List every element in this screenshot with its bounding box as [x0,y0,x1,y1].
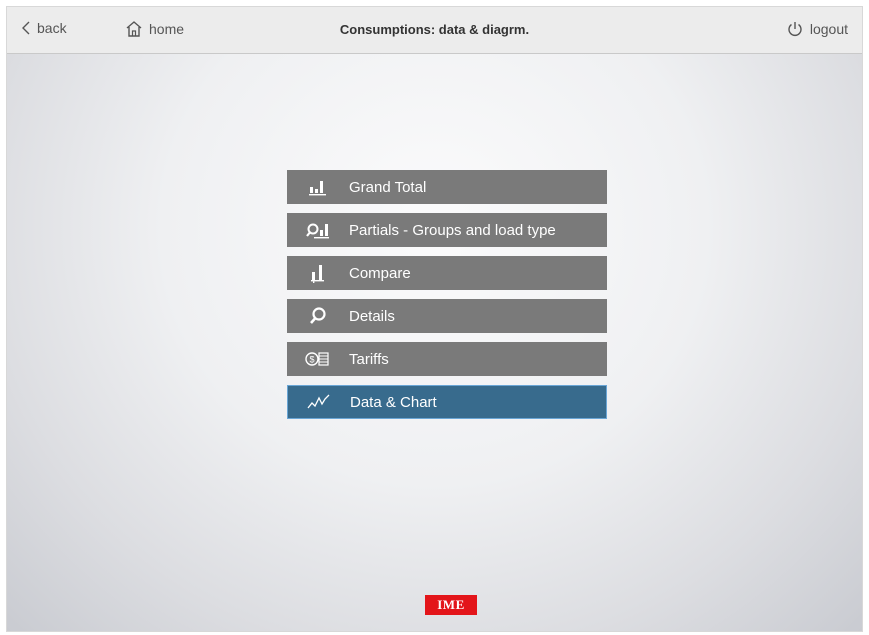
menu-item-label: Tariffs [349,350,389,368]
page-title: Consumptions: data & diagrm. [339,22,530,37]
menu-item-partials[interactable]: Partials - Groups and load type [287,213,607,247]
ime-logo: IME [425,595,477,615]
menu-item-label: Details [349,307,395,325]
logout-button[interactable]: logout [786,20,848,38]
menu-item-label: Compare [349,264,411,282]
app-window: back home Consumptions: data & diagrm. l… [7,7,862,631]
bar-chart-icon [287,178,349,196]
main-content: Grand Total Partials - Groups and load t… [7,54,862,631]
menu-item-details[interactable]: Details [287,299,607,333]
menu-list: Grand Total Partials - Groups and load t… [287,170,607,428]
menu-item-grand-total[interactable]: Grand Total [287,170,607,204]
menu-item-label: Data & Chart [350,393,437,411]
menu-item-label: Grand Total [349,178,427,196]
svg-text:$: $ [309,355,314,365]
search-icon [287,306,349,326]
menu-item-label: Partials - Groups and load type [349,221,556,239]
top-bar: back home Consumptions: data & diagrm. l… [7,7,862,54]
power-icon [788,22,802,36]
menu-item-data-chart[interactable]: Data & Chart [287,385,607,419]
search-bar-chart-icon [287,221,349,239]
menu-item-tariffs[interactable]: $ Tariffs [287,342,607,376]
compare-bars-icon [287,263,349,283]
coins-icon: $ [287,350,349,368]
logout-label: logout [809,21,848,37]
line-chart-icon [288,393,350,411]
menu-item-compare[interactable]: Compare [287,256,607,290]
